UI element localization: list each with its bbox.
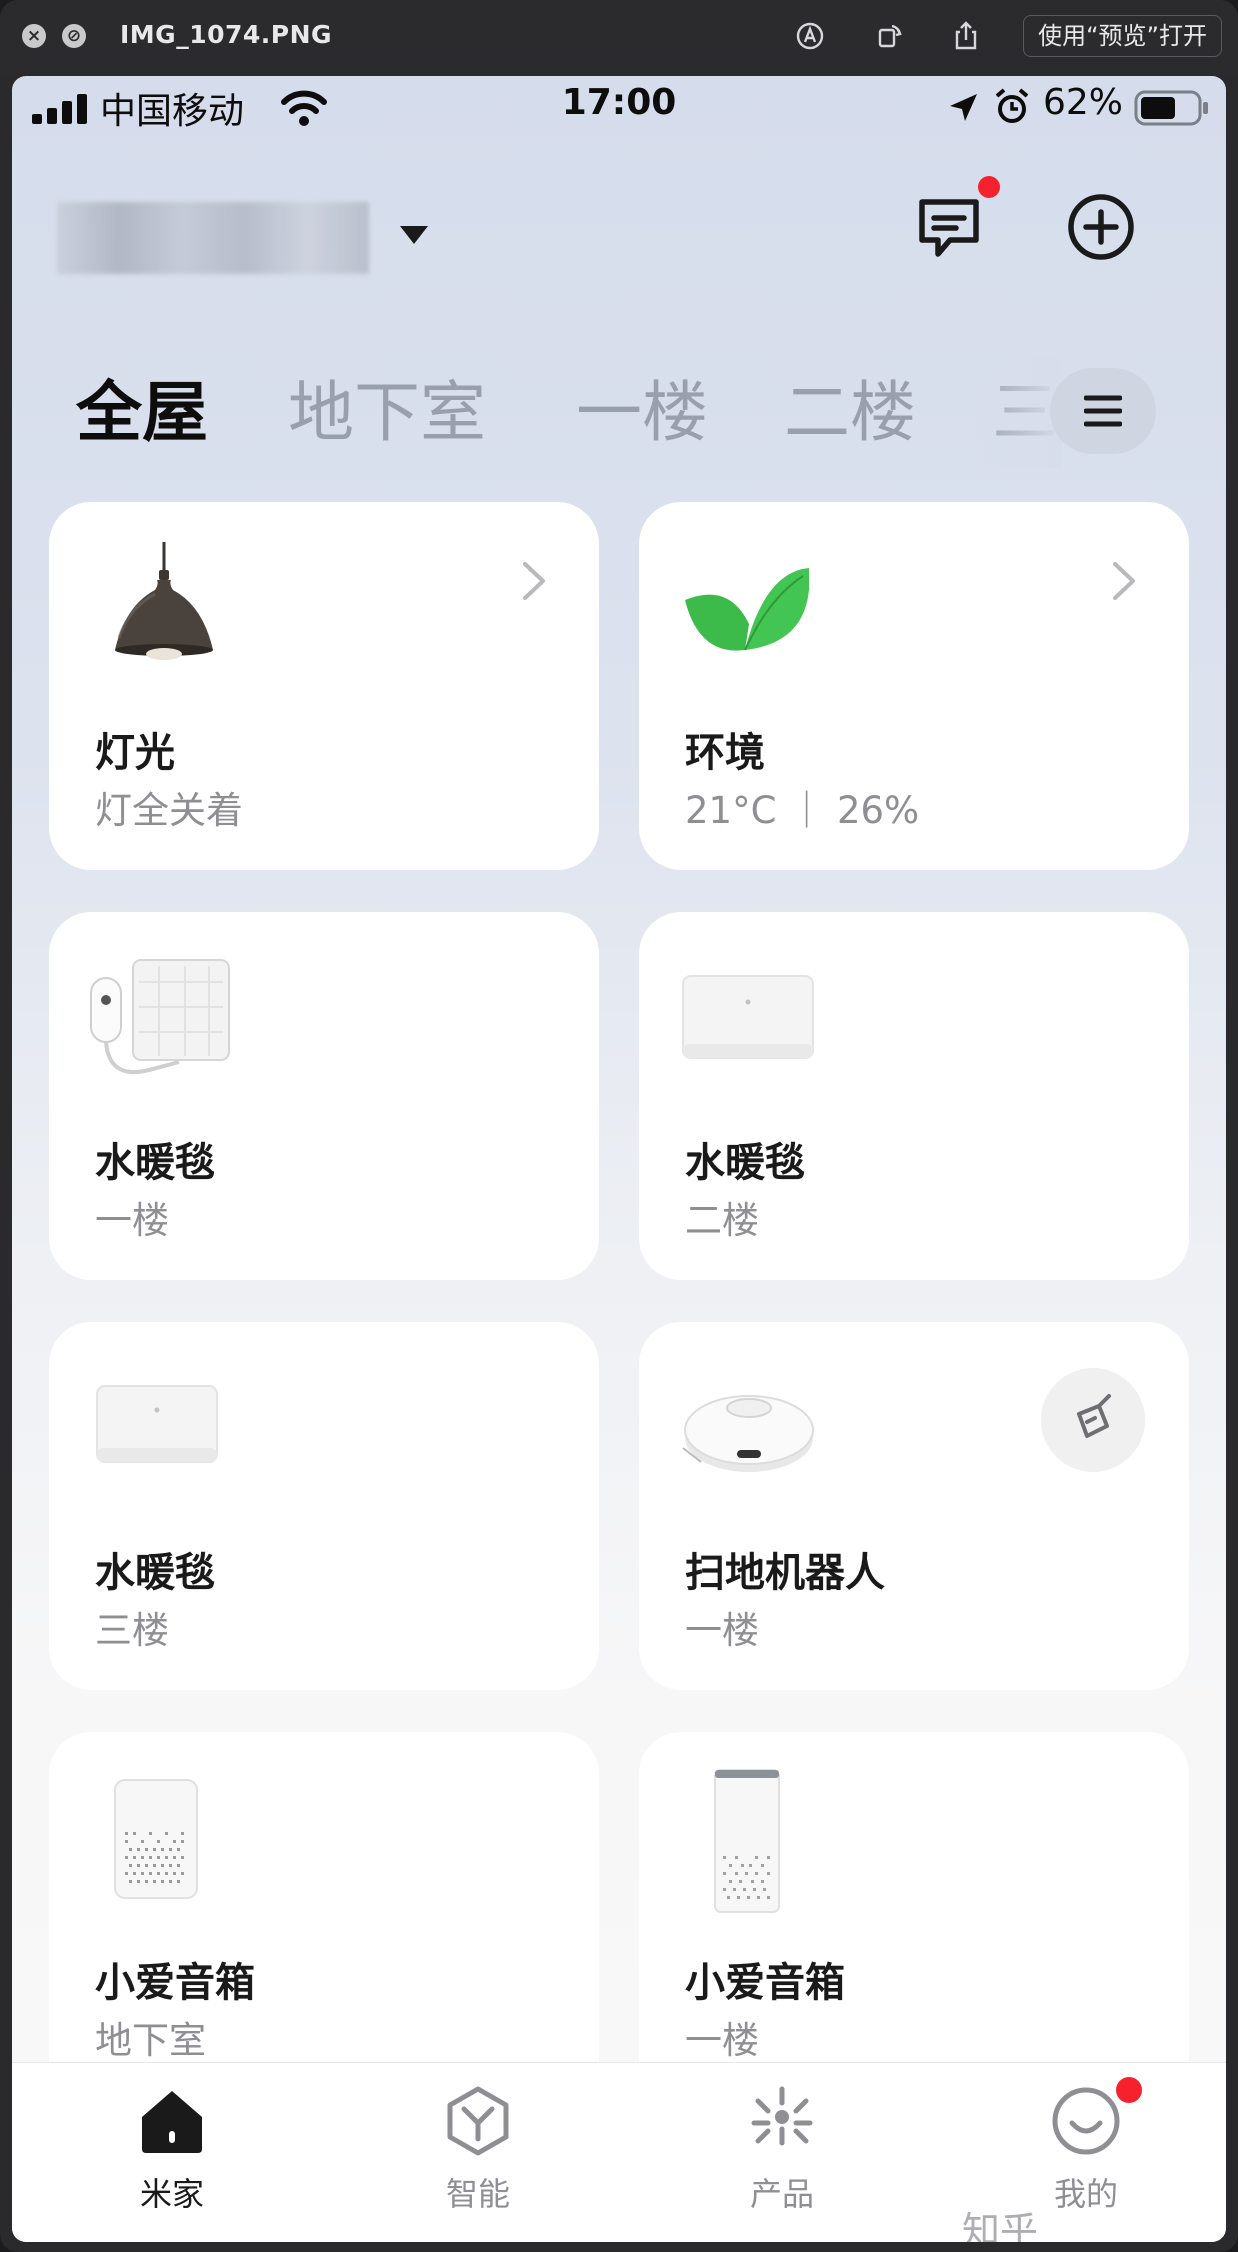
speaker-card-basement[interactable]: 小爱音箱 地下室 [49,1732,599,2100]
card-name: 水暖毯 [95,1550,215,1596]
add-device-icon[interactable] [1066,192,1136,262]
card-location: 二楼 [685,1199,759,1242]
tab-smart[interactable]: 智能 [378,2083,578,2215]
close-icon[interactable]: × [22,24,46,48]
card-name: 环境 [685,730,765,776]
alarm-icon [995,88,1029,123]
fullscreen-disabled-icon[interactable]: ⊘ [62,24,86,48]
card-name: 水暖毯 [685,1140,805,1186]
tab-label: 产品 [749,2175,814,2213]
home-dropdown-icon[interactable] [398,224,430,246]
water-heater-box-icon [682,975,814,1059]
tab-basement[interactable]: 地下室 [288,358,486,468]
card-location: 一楼 [95,1199,169,1242]
card-status: 灯全关着 [95,789,243,832]
card-name: 小爱音箱 [95,1960,255,2006]
chevron-right-icon[interactable] [521,560,547,602]
lights-card[interactable]: 灯光 灯全关着 [49,502,599,870]
card-location: 地下室 [95,2019,206,2062]
window-titlebar: × ⊘ IMG_1074.PNG 使用“预览”打开 [0,0,1238,74]
home-icon [142,2091,202,2153]
card-location: 一楼 [685,2019,759,2062]
leaf-icon [685,568,809,651]
menu-icon [1084,395,1122,427]
water-heater-box-icon [96,1385,218,1463]
profile-icon [1052,2087,1120,2155]
smart-icon [447,2086,509,2156]
card-name: 水暖毯 [95,1140,215,1186]
card-location: 一楼 [685,1609,759,1652]
window-title: IMG_1074.PNG [120,20,333,49]
card-name: 灯光 [95,730,175,776]
rotate-icon[interactable] [872,18,908,54]
quick-clean-button[interactable] [1041,1368,1145,1472]
pendant-lamp-icon [115,542,213,660]
card-name: 小爱音箱 [685,1960,845,2006]
tab-label: 米家 [139,2175,204,2213]
smart-speaker-icon [114,1779,198,1899]
product-icon [751,2086,813,2146]
card-name: 扫地机器人 [685,1550,885,1596]
tabs-fade [972,358,1062,468]
speaker-card-first-floor[interactable]: 小爱音箱 一楼 [639,1732,1189,2100]
room-menu-button[interactable] [1050,368,1156,454]
preview-window: × ⊘ IMG_1074.PNG 使用“预览”打开 中国移动 17:00 62%… [0,0,1238,2252]
environment-card[interactable]: 环境 21°C ｜ 26% [639,502,1189,870]
tab-second-floor[interactable]: 二楼 [784,358,916,468]
robot-vacuum-card[interactable]: 扫地机器人 一楼 [639,1322,1189,1690]
location-arrow-icon [950,94,977,121]
profile-badge [1116,2077,1142,2103]
water-blanket-card-1f[interactable]: 水暖毯 一楼 [49,912,599,1280]
water-blanket-card-2f[interactable]: 水暖毯 二楼 [639,912,1189,1280]
sweep-icon [1077,1394,1111,1438]
status-bar: 中国移动 17:00 62% [12,76,1226,136]
home-name-blurred[interactable] [57,202,369,274]
tab-label: 智能 [445,2175,510,2213]
tab-home[interactable]: 米家 [72,2083,272,2215]
tall-speaker-icon [714,1769,780,1913]
phone-screen: 中国移动 17:00 62% 全屋 地下室 一楼 二楼 灯光 灯全关着 环境 2… [12,76,1226,2242]
open-in-preview-button[interactable]: 使用“预览”打开 [1023,15,1222,57]
message-icon[interactable] [914,192,984,262]
share-icon[interactable] [948,18,984,54]
tab-first-floor[interactable]: 一楼 [576,358,708,468]
tab-all-rooms[interactable]: 全屋 [76,358,208,468]
tab-profile[interactable]: 我的 [986,2083,1186,2215]
battery-percent: 62% [1043,82,1124,123]
card-status: 21°C ｜ 26% [685,789,920,832]
message-badge [978,176,1000,198]
water-blanket-card-3f[interactable]: 水暖毯 三楼 [49,1322,599,1690]
robot-vacuum-icon [682,1395,814,1472]
markup-icon[interactable] [792,18,828,54]
battery-icon [1134,90,1208,126]
watermark: 知乎 @GeeCar [962,2209,1039,2242]
card-location: 三楼 [95,1609,169,1652]
heated-blanket-icon [90,959,230,1075]
tab-products[interactable]: 产品 [682,2083,882,2215]
chevron-right-icon[interactable] [1111,560,1137,602]
